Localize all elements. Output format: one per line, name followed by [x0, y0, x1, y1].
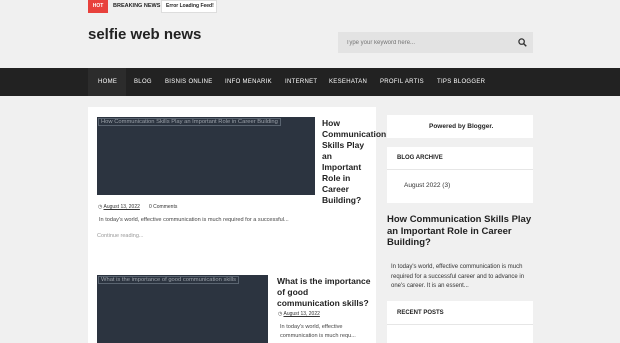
post-thumbnail[interactable]: What is the importance of good communica…: [97, 275, 268, 343]
search-box: [338, 32, 533, 53]
post-thumbnail[interactable]: How Communication Skills Play an Importa…: [97, 117, 315, 195]
site-title[interactable]: selfie web news: [88, 26, 201, 43]
nav-item-kesehatan[interactable]: KESEHATAN: [329, 68, 367, 96]
powered-by-text[interactable]: Powered by Blogger.: [429, 123, 493, 130]
post-excerpt: In today's world, effective communicatio…: [280, 324, 356, 339]
continue-reading-link[interactable]: Continue reading...: [97, 233, 143, 239]
recent-posts-widget: RECENT POSTS: [387, 301, 533, 343]
post-title[interactable]: What is the importance of good communica…: [277, 276, 372, 309]
thumbnail-alt-text: How Communication Skills Play an Importa…: [98, 118, 281, 126]
powered-by-widget: Powered by Blogger.: [387, 115, 533, 138]
nav-item-home[interactable]: HOME: [98, 68, 117, 96]
post-meta: ◷ August 13, 2022: [278, 311, 320, 317]
divider: [387, 169, 533, 170]
blog-archive-heading: BLOG ARCHIVE: [397, 155, 443, 161]
blog-archive-widget: BLOG ARCHIVE August 2022 (3): [387, 147, 533, 203]
post-title[interactable]: How Communication Skills Play an Importa…: [322, 118, 386, 206]
post-meta: ◷ August 13, 2022: [98, 204, 140, 210]
popular-post-excerpt: In today's world, effective communicatio…: [391, 264, 525, 289]
search-input[interactable]: [338, 32, 513, 53]
divider: [387, 324, 533, 325]
nav-item-tips-blogger[interactable]: TIPS BLOGGER: [437, 68, 485, 96]
post-date[interactable]: August 13, 2022: [283, 311, 319, 317]
popular-post-title[interactable]: How Communication Skills Play an Importa…: [387, 214, 533, 249]
nav-item-info-menarik[interactable]: INFO MENARIK: [225, 68, 272, 96]
breaking-feed-text[interactable]: Error Loading Feed!: [161, 0, 217, 13]
nav-item-internet[interactable]: INTERNET: [285, 68, 317, 96]
nav-item-profil-artis[interactable]: PROFIL ARTIS: [380, 68, 424, 96]
search-icon[interactable]: [518, 38, 527, 47]
post-date[interactable]: August 13, 2022: [103, 204, 139, 210]
archive-month-link[interactable]: August 2022 (3): [404, 182, 450, 189]
nav-item-blog[interactable]: BLOG: [134, 68, 152, 96]
post-excerpt: In today's world, effective communicatio…: [99, 217, 289, 223]
main-navigation: HOME BLOG BISNIS ONLINE INFO MENARIK INT…: [0, 68, 620, 96]
post-comments[interactable]: 0 Comments: [149, 204, 177, 210]
hot-badge: HOT: [88, 0, 108, 13]
top-bar: HOT BREAKING NEWS Error Loading Feed!: [0, 0, 620, 13]
breaking-news-label: BREAKING NEWS: [113, 3, 161, 9]
recent-posts-heading: RECENT POSTS: [397, 310, 444, 316]
thumbnail-alt-text: What is the importance of good communica…: [98, 276, 239, 284]
nav-item-bisnis-online[interactable]: BISNIS ONLINE: [165, 68, 213, 96]
